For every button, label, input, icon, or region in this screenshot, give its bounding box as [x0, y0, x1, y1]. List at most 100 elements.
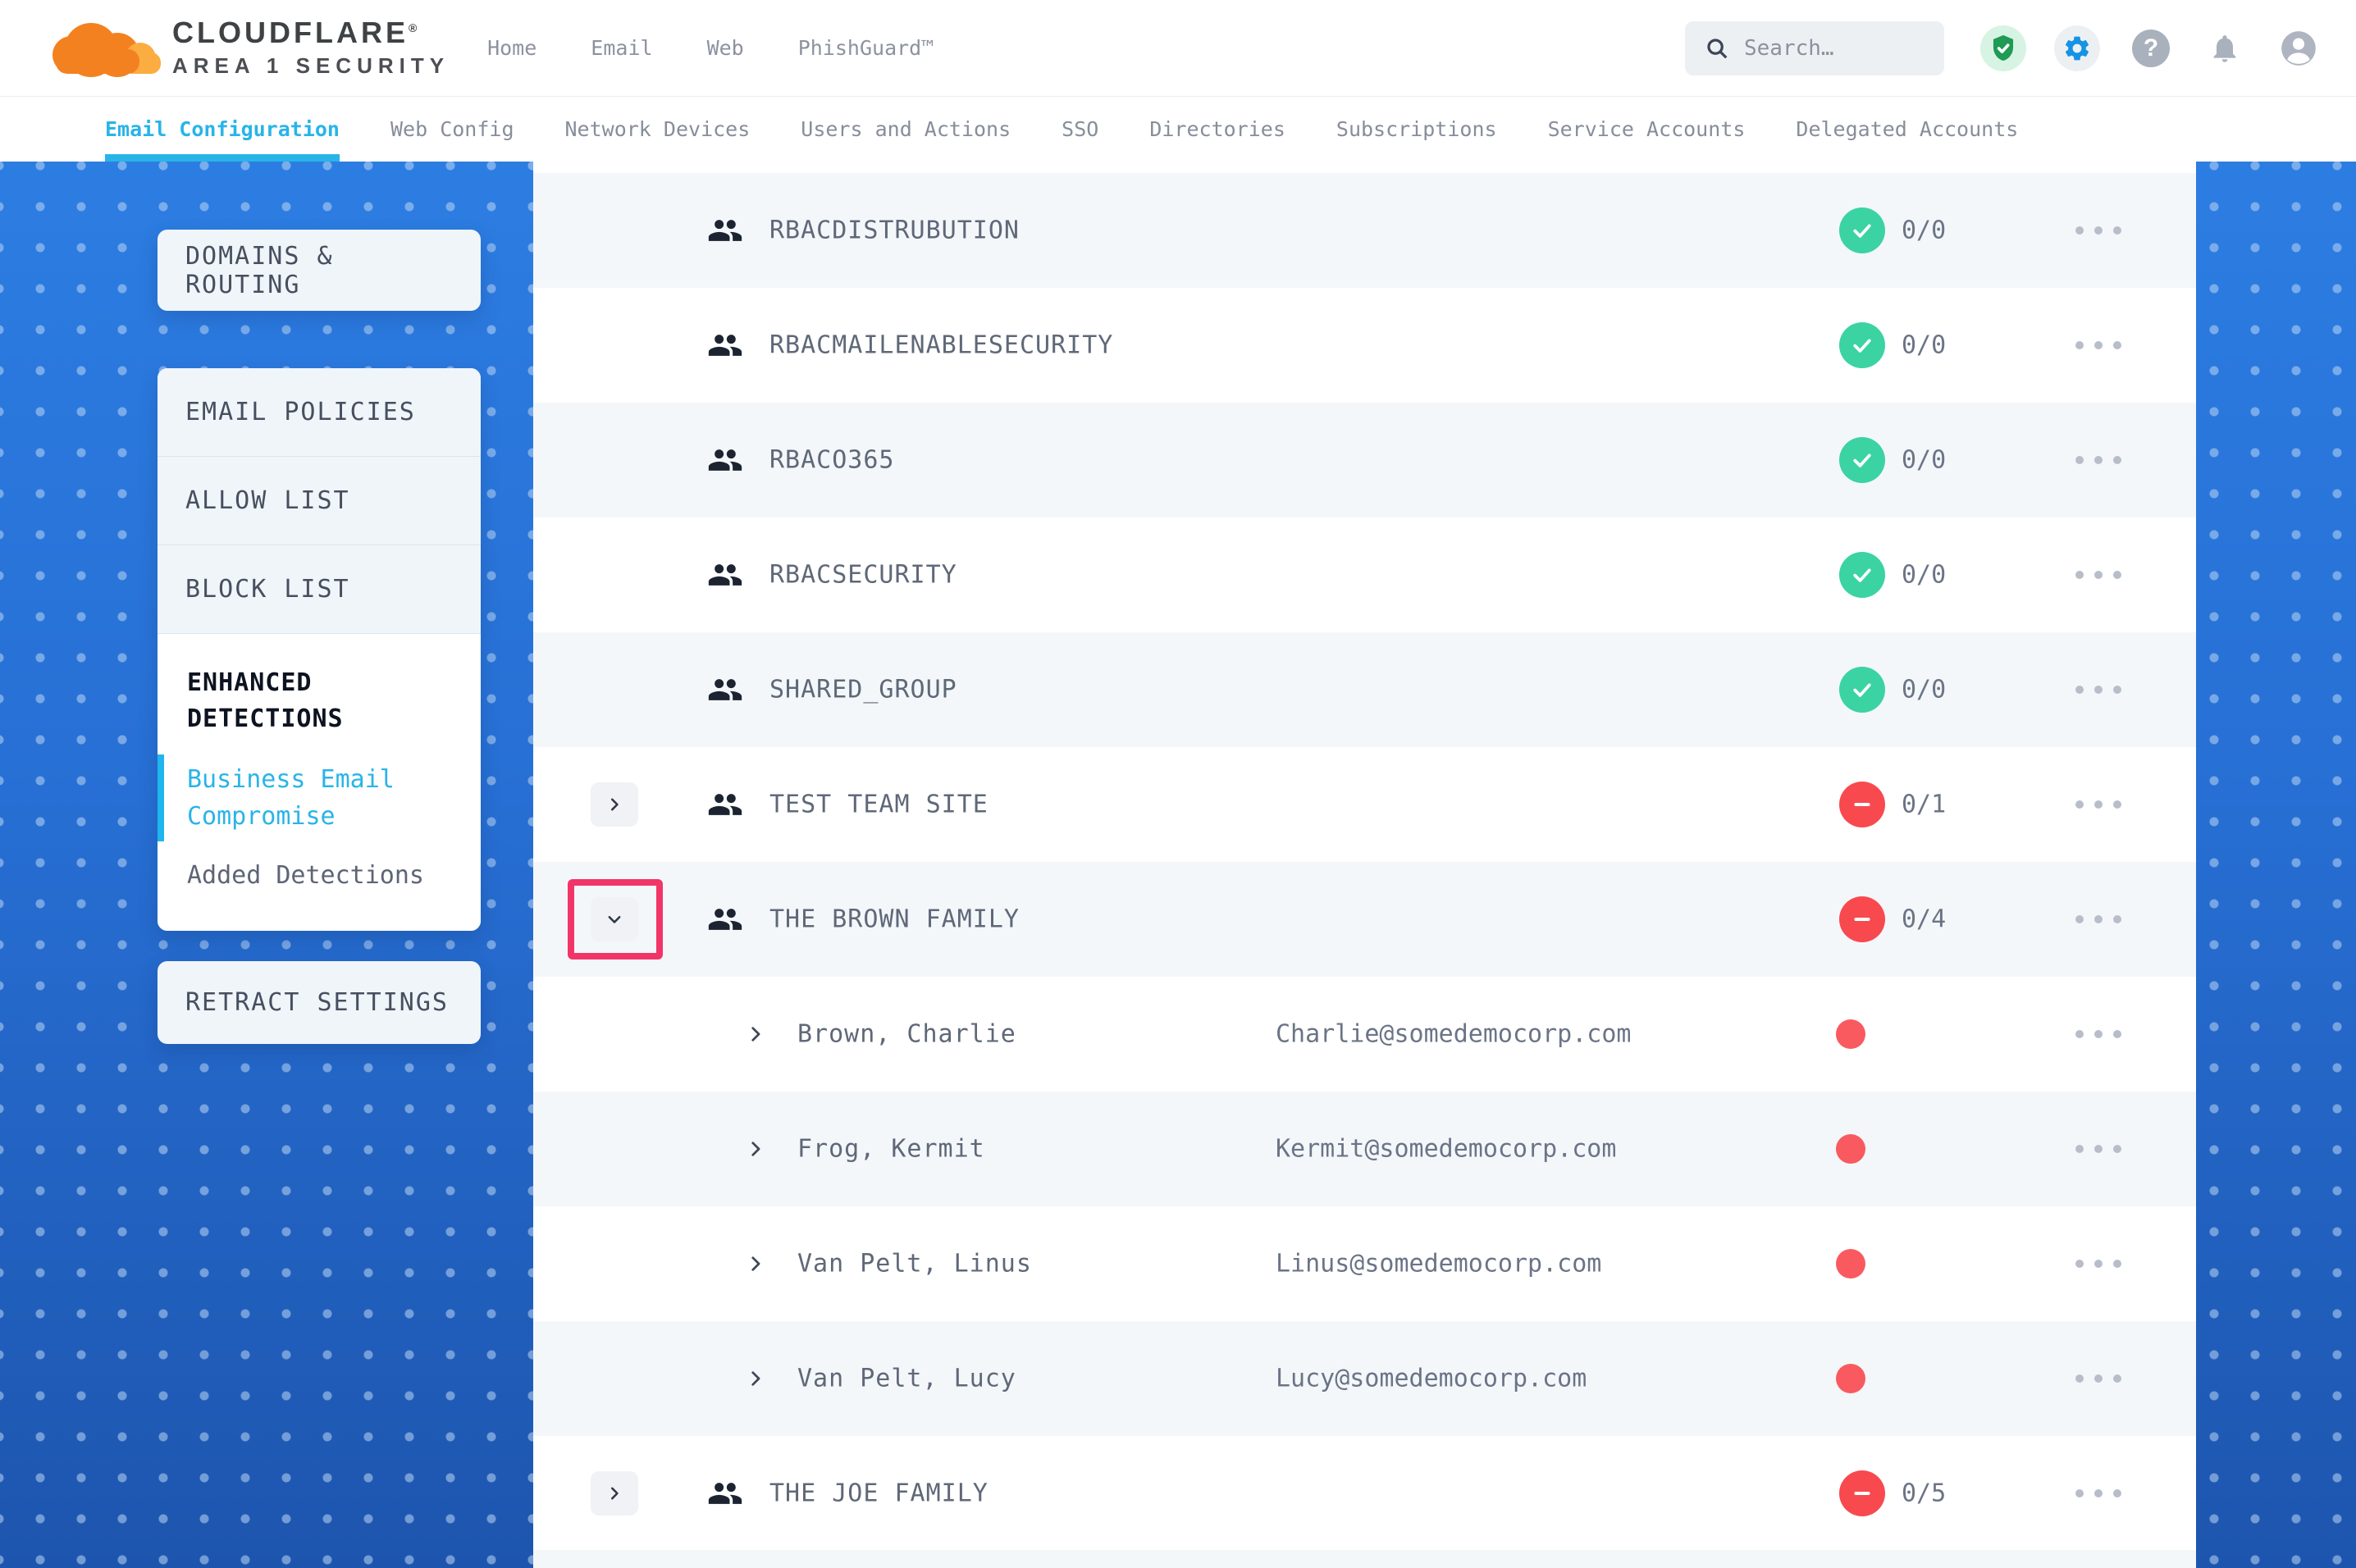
search-placeholder: Search…: [1744, 36, 1834, 61]
group-icon: [707, 557, 743, 593]
nav-home[interactable]: Home: [487, 36, 536, 60]
row-actions-button[interactable]: [2075, 226, 2121, 235]
table-row-member: Brown, Charlie Charlie@somedemocorp.com: [533, 977, 2196, 1092]
tab-web-config[interactable]: Web Config: [390, 97, 514, 162]
status-check-icon: [1839, 322, 1885, 368]
notifications-button[interactable]: [2202, 25, 2248, 71]
gear-icon: [2062, 34, 2092, 63]
status-minus-icon: [1839, 1470, 1885, 1516]
member-count: 0/1: [1902, 791, 1946, 819]
row-actions-button[interactable]: [2075, 456, 2121, 464]
brand-name: CLOUDFLARE®: [172, 16, 450, 50]
table-row-group: RBACMAILENABLESECURITY 0/0: [533, 288, 2196, 403]
sidebar-card-retract-settings[interactable]: RETRACT SETTINGS: [158, 961, 481, 1044]
top-header: CLOUDFLARE® AREA 1 SECURITY Home Email W…: [0, 0, 2356, 97]
group-icon: [707, 327, 743, 363]
table-row-group: TEST TEAM SITE 0/1: [533, 747, 2196, 862]
settings-button[interactable]: [2054, 25, 2100, 71]
shield-check-icon: [1988, 33, 2019, 64]
member-count: 0/5: [1902, 1479, 1946, 1508]
row-actions-button[interactable]: [2075, 571, 2121, 579]
search-icon: [1705, 36, 1729, 61]
row-actions-button[interactable]: [2075, 1030, 2121, 1038]
protection-shield-button[interactable]: [1980, 25, 2026, 71]
expand-toggle-button[interactable]: [591, 1471, 638, 1516]
table-row-group: THE JOE FAMILY 0/5: [533, 1436, 2196, 1551]
group-name: SHARED_GROUP: [769, 676, 957, 704]
domains-routing-label: DOMAINS & ROUTING: [185, 242, 453, 299]
content-stage: DOMAINS & ROUTING EMAIL POLICIES ALLOW L…: [0, 162, 2356, 1568]
groups-table: RBACDISTRUBUTION 0/0 RBACMAILENABLESECUR…: [533, 162, 2196, 1568]
status-minus-icon: [1839, 896, 1885, 942]
group-icon: [707, 672, 743, 708]
status-dot: [1836, 1019, 1865, 1049]
member-count: 0/4: [1902, 905, 1946, 934]
row-actions-button[interactable]: [2075, 1145, 2121, 1153]
nav-web[interactable]: Web: [707, 36, 744, 60]
table-row-member: Van Pelt, Lucy Lucy@somedemocorp.com: [533, 1321, 2196, 1436]
sidebar-item-email-policies[interactable]: EMAIL POLICIES: [158, 368, 481, 457]
group-name: TEST TEAM SITE: [769, 791, 989, 819]
member-email: Charlie@somedemocorp.com: [1276, 1020, 1631, 1049]
chevron-right-icon[interactable]: [745, 1368, 766, 1389]
cloudflare-cloud-icon: [53, 21, 161, 80]
table-row-group: SHARED_GROUP 0/0: [533, 632, 2196, 747]
bell-icon: [2208, 32, 2241, 65]
enhanced-detections-title: ENHANCED DETECTIONS: [187, 665, 433, 736]
group-icon: [707, 786, 743, 823]
member-count: 0/0: [1902, 676, 1946, 704]
enhanced-detections-section: ENHANCED DETECTIONS Business Email Compr…: [158, 634, 481, 931]
chevron-right-icon: [605, 1484, 623, 1502]
cloudflare-logo[interactable]: CLOUDFLARE® AREA 1 SECURITY: [53, 16, 450, 80]
tab-users-and-actions[interactable]: Users and Actions: [801, 97, 1011, 162]
sidebar-item-added-detections[interactable]: Added Detections: [187, 861, 451, 890]
brand-subtitle: AREA 1 SECURITY: [172, 53, 450, 79]
row-actions-button[interactable]: [2075, 915, 2121, 923]
sidebar-card-domains-routing[interactable]: DOMAINS & ROUTING: [158, 230, 481, 311]
help-button[interactable]: ?: [2128, 25, 2174, 71]
group-icon: [707, 901, 743, 937]
member-email: Linus@somedemocorp.com: [1276, 1250, 1601, 1279]
tab-subscriptions[interactable]: Subscriptions: [1336, 97, 1497, 162]
status-check-icon: [1839, 207, 1885, 253]
row-actions-button[interactable]: [2075, 341, 2121, 349]
tab-delegated-accounts[interactable]: Delegated Accounts: [1796, 97, 2018, 162]
expand-toggle-button[interactable]: [591, 897, 638, 941]
status-dot: [1836, 1249, 1865, 1279]
account-button[interactable]: [2276, 25, 2322, 71]
search-input[interactable]: Search…: [1685, 21, 1944, 75]
row-actions-button[interactable]: [2075, 800, 2121, 809]
question-mark-icon: ?: [2132, 30, 2170, 67]
tab-directories[interactable]: Directories: [1149, 97, 1285, 162]
sidebar-item-allow-list[interactable]: ALLOW LIST: [158, 457, 481, 545]
status-dot: [1836, 1364, 1865, 1393]
row-actions-button[interactable]: [2075, 1374, 2121, 1383]
tab-service-accounts[interactable]: Service Accounts: [1548, 97, 1746, 162]
config-tabbar: Email Configuration Web Config Network D…: [0, 97, 2356, 162]
tab-sso[interactable]: SSO: [1062, 97, 1098, 162]
sidebar-item-business-email-compromise[interactable]: Business Email Compromise: [187, 761, 433, 835]
chevron-right-icon[interactable]: [745, 1138, 766, 1160]
group-name: THE JOE FAMILY: [769, 1479, 989, 1508]
primary-nav: Home Email Web PhishGuard™: [487, 36, 934, 60]
group-name: RBACDISTRUBUTION: [769, 217, 1020, 245]
nav-email[interactable]: Email: [591, 36, 652, 60]
chevron-right-icon[interactable]: [745, 1023, 766, 1045]
row-actions-button[interactable]: [2075, 686, 2121, 694]
chevron-down-icon: [605, 910, 623, 928]
chevron-right-icon[interactable]: [745, 1253, 766, 1274]
member-count: 0/0: [1902, 217, 1946, 245]
member-name: Van Pelt, Linus: [797, 1250, 1032, 1279]
expand-toggle-button[interactable]: [591, 782, 638, 827]
group-name: RBACMAILENABLESECURITY: [769, 331, 1113, 360]
status-check-icon: [1839, 667, 1885, 713]
row-actions-button[interactable]: [2075, 1489, 2121, 1497]
tab-network-devices[interactable]: Network Devices: [565, 97, 751, 162]
group-icon: [707, 442, 743, 478]
row-actions-button[interactable]: [2075, 1260, 2121, 1268]
sidebar-item-block-list[interactable]: BLOCK LIST: [158, 545, 481, 634]
tab-email-configuration[interactable]: Email Configuration: [105, 97, 340, 162]
table-row-group: RBACDISTRUBUTION 0/0: [533, 173, 2196, 288]
sidebar-card-policies: EMAIL POLICIES ALLOW LIST BLOCK LIST ENH…: [158, 368, 481, 931]
nav-phishguard[interactable]: PhishGuard™: [798, 36, 934, 60]
